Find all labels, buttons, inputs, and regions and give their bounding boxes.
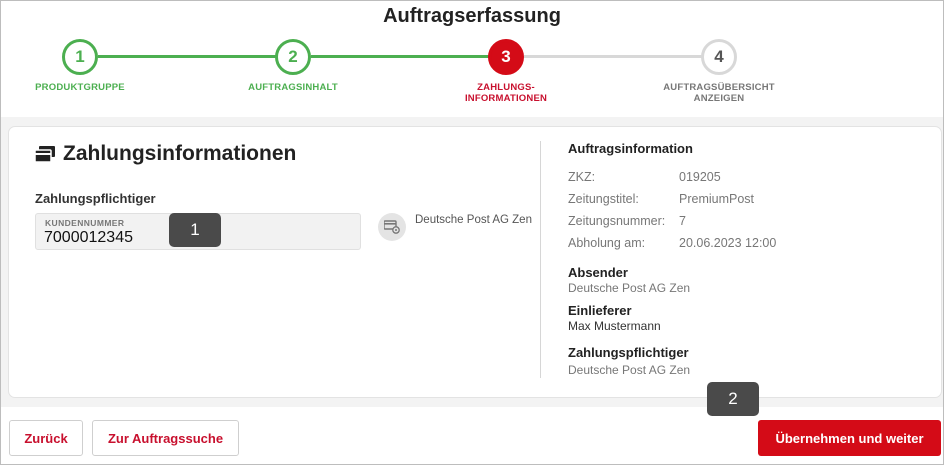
- section-title-text: Zahlungsinformationen: [63, 142, 297, 165]
- payer-value: Deutsche Post AG Zen: [568, 363, 691, 377]
- deliverer-value: Max Mustermann: [568, 319, 661, 333]
- info-key-zkz: ZKZ:: [568, 170, 596, 184]
- callout-2: 2: [707, 382, 759, 416]
- order-info-title: Auftragsinformation: [568, 141, 693, 156]
- info-value-pickup: 20.06.2023 12:00: [679, 236, 777, 250]
- sender-value: Deutsche Post AG Zen: [568, 281, 691, 295]
- section-title: Zahlungsinformationen: [35, 142, 296, 166]
- info-key-title: Zeitungstitel:: [568, 192, 639, 206]
- customer-number-label: KUNDENNUMMER: [45, 218, 125, 228]
- step-2-label: AUFTRAGSINHALT: [248, 82, 338, 93]
- credit-card-settings-icon: [384, 220, 400, 234]
- card-holder-text: Deutsche Post AG Zen: [415, 214, 532, 226]
- payer-label: Zahlungspflichtiger: [35, 191, 156, 206]
- info-key-number: Zeitungsnummer:: [568, 214, 666, 228]
- order-search-button[interactable]: Zur Auftragssuche: [92, 420, 239, 456]
- vertical-divider: [540, 141, 541, 378]
- step-connector-2-3: [311, 55, 489, 58]
- wallet-icon: [35, 146, 55, 162]
- step-3-circle: 3: [488, 39, 524, 75]
- step-4-label: AUFTRAGSÜBERSICHT ANZEIGEN: [663, 82, 775, 104]
- step-connector-3-4: [524, 55, 702, 58]
- step-1-label: PRODUKTGRUPPE: [35, 82, 125, 93]
- step-4-circle: 4: [701, 39, 737, 75]
- deliverer-title: Einlieferer: [568, 303, 632, 318]
- step-1-circle[interactable]: 1: [62, 39, 98, 75]
- sender-title: Absender: [568, 265, 628, 280]
- step-connector-1-2: [98, 55, 276, 58]
- info-key-pickup: Abholung am:: [568, 236, 646, 250]
- payment-card: [8, 126, 942, 398]
- payer-title: Zahlungspflichtiger: [568, 345, 689, 360]
- info-value-number: 7: [679, 214, 686, 228]
- submit-continue-button[interactable]: Übernehmen und weiter: [758, 420, 941, 456]
- step-3-label: ZAHLUNGS- INFORMATIONEN: [464, 82, 548, 104]
- card-settings-button[interactable]: [378, 213, 406, 241]
- customer-number-value[interactable]: 7000012345: [44, 229, 133, 247]
- back-button[interactable]: Zurück: [9, 420, 83, 456]
- info-value-title: PremiumPost: [679, 192, 755, 206]
- page-title: Auftragserfassung: [383, 5, 561, 27]
- callout-1: 1: [169, 213, 221, 247]
- step-2-circle[interactable]: 2: [275, 39, 311, 75]
- info-value-zkz: 019205: [679, 170, 721, 184]
